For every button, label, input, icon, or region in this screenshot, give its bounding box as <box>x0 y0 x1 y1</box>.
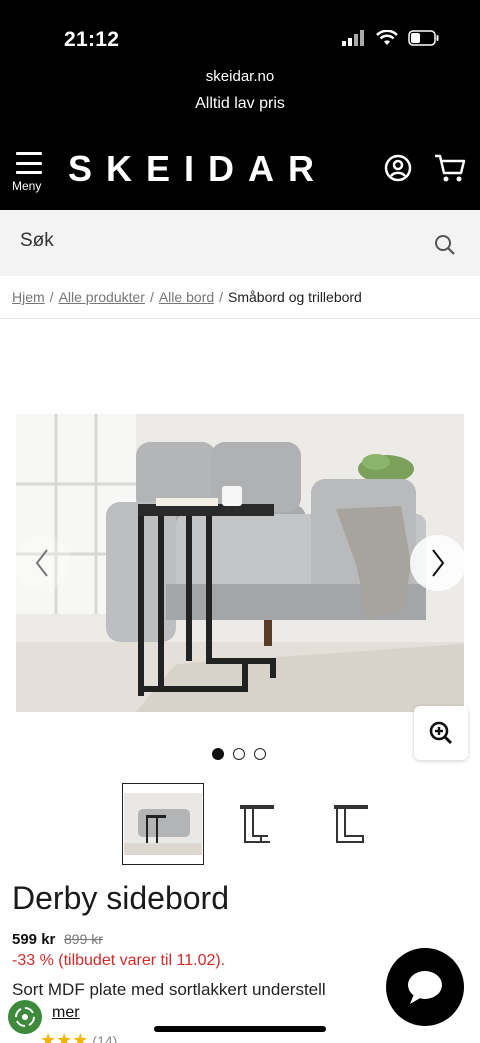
product-photo <box>16 414 464 712</box>
chat-button[interactable] <box>386 948 464 1026</box>
product-price: 599 kr <box>12 931 56 948</box>
breadcrumb-link-all-products[interactable]: Alle produkter <box>59 289 145 305</box>
chat-bubble-icon <box>408 971 442 1004</box>
menu-icon <box>16 152 42 174</box>
star-icon: ★★★ <box>40 1030 89 1043</box>
product-image-main[interactable] <box>16 414 464 712</box>
breadcrumb: Hjem / Alle produkter / Alle bord / Småbord og… <box>12 289 362 305</box>
breadcrumb-current: Småbord og trillebord <box>228 289 362 305</box>
status-icons <box>342 30 440 46</box>
breadcrumb-link-all-tables[interactable]: Alle bord <box>159 289 214 305</box>
cart-icon <box>435 154 466 182</box>
thumbnail-2[interactable] <box>216 783 298 865</box>
user-icon <box>384 154 412 182</box>
gallery-prev-button[interactable] <box>14 535 70 591</box>
thumbnail-strip <box>122 783 392 865</box>
gallery-dot-2[interactable] <box>233 748 245 760</box>
search-bar <box>0 210 480 276</box>
signal-icon <box>342 30 364 46</box>
zoom-in-icon <box>429 721 453 745</box>
read-more-link[interactable]: mer <box>52 1004 80 1022</box>
discount-text: -33 % (tilbudet varer til 11.02). <box>12 952 226 969</box>
product-old-price: 899 kr <box>64 931 103 947</box>
menu-label: Meny <box>12 179 42 193</box>
review-count: (14) <box>92 1032 118 1043</box>
thumbnail-photo <box>124 793 202 855</box>
zoom-button[interactable] <box>414 706 468 760</box>
chevron-left-icon <box>35 549 48 577</box>
gallery-dot-3[interactable] <box>254 748 266 760</box>
search-icon[interactable] <box>433 233 457 257</box>
site-url: skeidar.no <box>205 68 275 85</box>
home-indicator <box>154 1026 326 1032</box>
gallery-pagination <box>212 748 266 760</box>
top-header: 21:12 skeidar.no Alltid lav pris Meny SK… <box>0 0 480 210</box>
search-input[interactable] <box>20 230 400 252</box>
product-title: Derby sidebord <box>12 880 229 916</box>
eco-badge-icon[interactable] <box>8 1000 42 1034</box>
thumbnail-1[interactable] <box>122 783 204 865</box>
brand-logo[interactable]: SKEIDAR <box>68 148 328 190</box>
product-description: Sort MDF plate med sortlakkert understel… <box>12 980 326 999</box>
breadcrumb-link-home[interactable]: Hjem <box>12 289 45 305</box>
cart-button[interactable] <box>434 153 466 188</box>
thumbnail-3[interactable] <box>310 783 392 865</box>
rating[interactable]: ★★★ (14) <box>40 1030 117 1043</box>
tagline: Alltid lav pris <box>195 95 285 112</box>
thumbnail-table-side <box>334 805 368 843</box>
divider <box>0 318 480 319</box>
recycle-icon <box>15 1007 35 1027</box>
menu-button[interactable]: Meny <box>12 152 52 202</box>
battery-icon <box>408 30 439 46</box>
gallery-dot-1[interactable] <box>212 748 224 760</box>
account-button[interactable] <box>384 154 412 187</box>
wifi-icon <box>376 30 398 45</box>
chevron-right-icon <box>432 549 445 577</box>
gallery-next-button[interactable] <box>410 535 466 591</box>
status-time: 21:12 <box>64 28 120 51</box>
thumbnail-table-front <box>240 805 274 843</box>
